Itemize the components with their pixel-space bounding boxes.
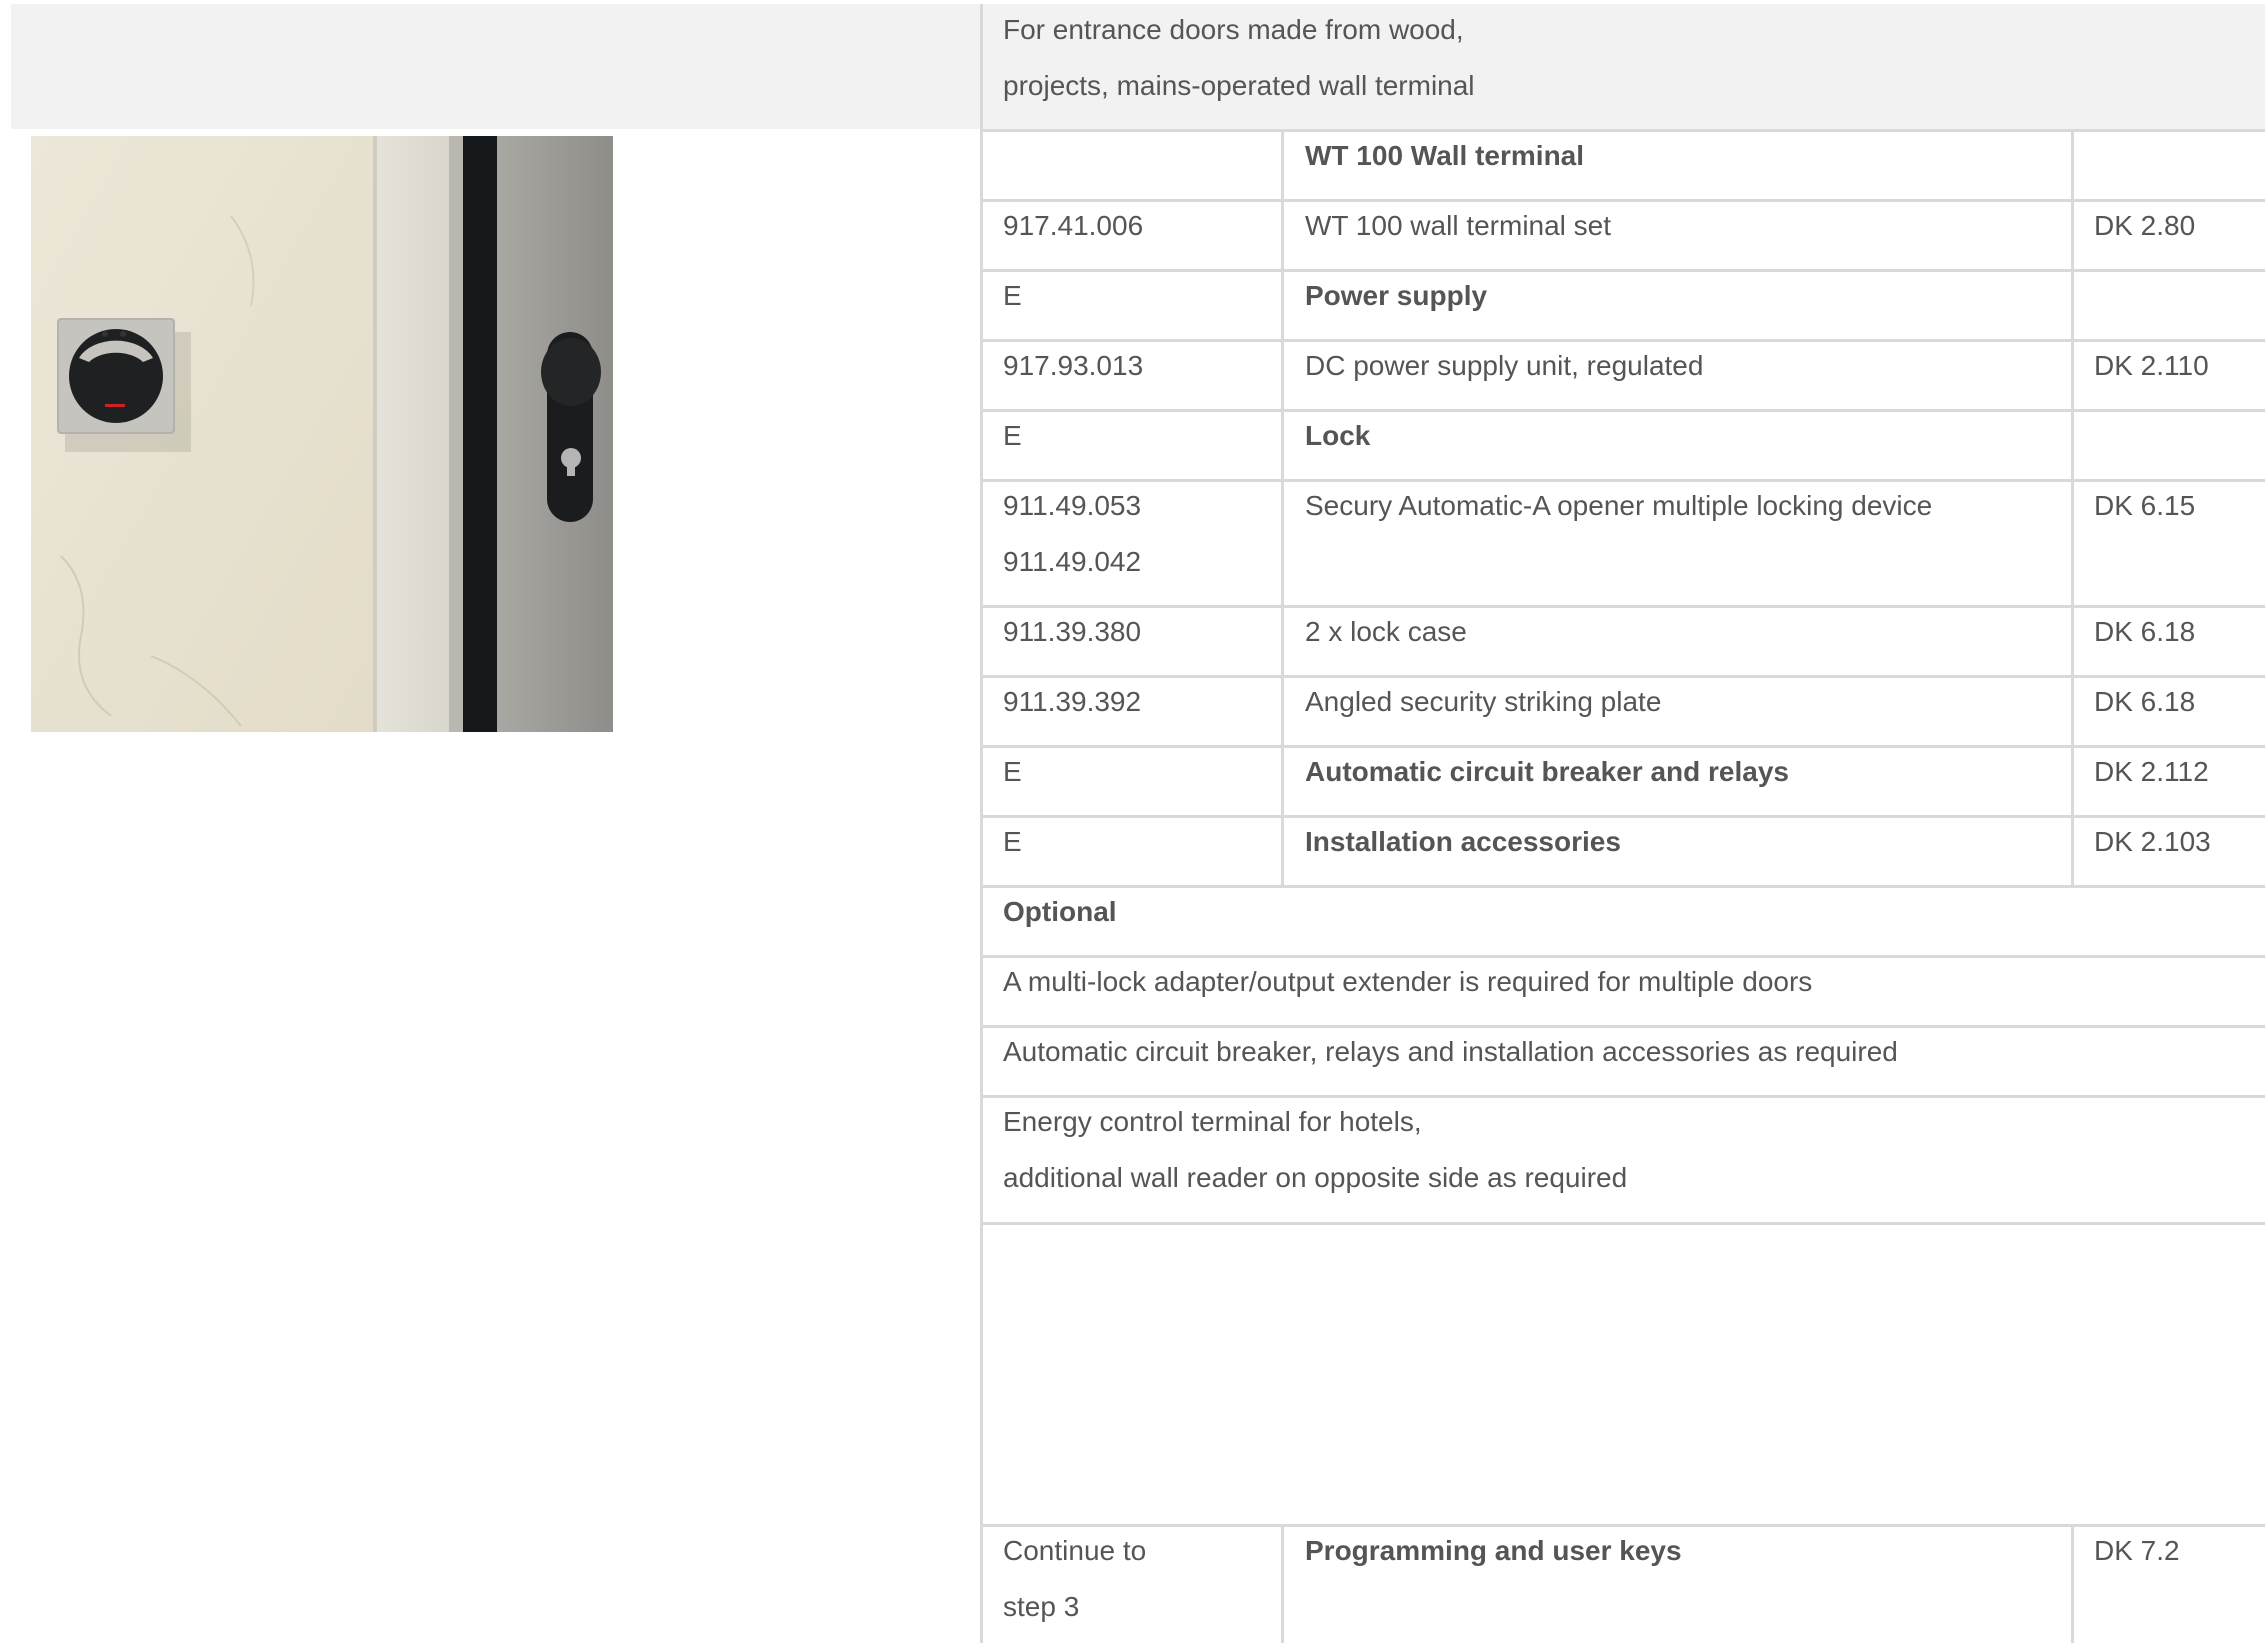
continue-desc: Programming and user keys [1305, 1535, 1682, 1566]
row-divider [983, 605, 2265, 608]
table-cell-desc: 2 x lock case [1305, 616, 1467, 647]
table-cell-code: 917.41.006 [1003, 210, 1144, 241]
table-cell-ref: DK 2.103 [2094, 826, 2211, 857]
optional-heading: Optional [1003, 896, 1117, 927]
table-cell-ref: DK 6.18 [2094, 686, 2196, 717]
table-cell-code: E [1003, 420, 1022, 451]
column-divider-1 [1281, 129, 1284, 886]
table-cell-desc: Power supply [1305, 280, 1488, 311]
table-cell-desc: Lock [1305, 420, 1371, 451]
optional-energy-line-2: additional wall reader on opposite side … [1003, 1162, 1628, 1193]
table-cell-ref: DK 6.18 [2094, 616, 2196, 647]
wall-terminal-door-image [31, 136, 613, 732]
row-divider [983, 129, 2265, 132]
table-cell-code-2: 911.49.042 [1003, 546, 1142, 577]
continue-label-line-2: step 3 [1003, 1591, 1080, 1622]
table-left-border [980, 4, 983, 1643]
row-divider [983, 409, 2265, 412]
table-cell-desc: Secury Automatic-A opener multiple locki… [1305, 490, 1933, 521]
table-cell-ref: DK 2.80 [2094, 210, 2196, 241]
table-cell-desc: WT 100 Wall terminal [1305, 140, 1585, 171]
table-cell-desc: DC power supply unit, regulated [1305, 350, 1704, 381]
table-cell-ref: DK 6.15 [2094, 490, 2196, 521]
row-divider [983, 199, 2265, 202]
table-cell-code: 911.39.392 [1003, 686, 1142, 717]
row-divider [983, 815, 2265, 818]
table-cell-code: E [1003, 756, 1022, 787]
column-divider-2 [2071, 129, 2074, 886]
table-cell-code: 911.49.053 [1003, 490, 1142, 521]
product-photo [31, 136, 613, 732]
table-cell-ref: DK 2.110 [2094, 350, 2209, 381]
intro-line-2: projects, mains-operated wall terminal [1003, 70, 1475, 101]
column-divider-1-bottom [1281, 1524, 1284, 1643]
row-divider [983, 1222, 2265, 1225]
optional-item: Automatic circuit breaker, relays and in… [1003, 1036, 1898, 1067]
table-cell-desc: WT 100 wall terminal set [1305, 210, 1612, 241]
column-divider-2-bottom [2071, 1524, 2074, 1643]
table-cell-code: 917.93.013 [1003, 350, 1144, 381]
table-cell-ref: DK 2.112 [2094, 756, 2209, 787]
table-cell-code: 911.39.380 [1003, 616, 1142, 647]
table-cell-desc: Angled security striking plate [1305, 686, 1662, 717]
row-divider [983, 885, 2265, 888]
table-cell-code: E [1003, 826, 1022, 857]
intro-line-1: For entrance doors made from wood, [1003, 14, 1464, 45]
optional-item: A multi-lock adapter/output extender is … [1003, 966, 1813, 997]
row-divider [983, 269, 2265, 272]
table-cell-desc: Installation accessories [1305, 826, 1621, 857]
optional-energy-line-1: Energy control terminal for hotels, [1003, 1106, 1422, 1137]
continue-label-line-1: Continue to [1003, 1535, 1147, 1566]
table-cell-desc: Automatic circuit breaker and relays [1305, 756, 1789, 787]
continue-ref: DK 7.2 [2094, 1535, 2180, 1566]
table-cell-code: E [1003, 280, 1022, 311]
